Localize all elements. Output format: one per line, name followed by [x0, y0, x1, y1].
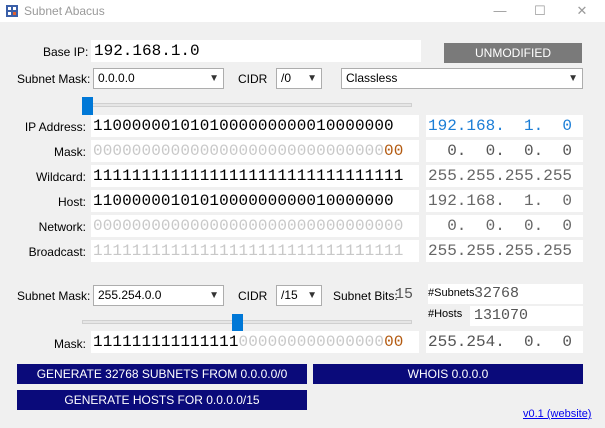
subnets-value: 32768	[474, 285, 520, 302]
subnet-slider-thumb[interactable]	[231, 314, 243, 332]
mask-slider-track[interactable]	[82, 103, 412, 107]
cidr-value-2: /15	[281, 288, 298, 302]
hosts-value: 131070	[474, 307, 529, 324]
row-binary: 1100000010101000000000010000000	[91, 115, 419, 137]
row-decimal: 255.255.255.255	[426, 240, 583, 262]
subnet-bits-label: Subnet Bits:	[333, 289, 398, 303]
row-label: Mask:	[53, 145, 86, 159]
chevron-down-icon: ▼	[307, 290, 317, 301]
cidr-select-2[interactable]: /15 ▼	[276, 285, 322, 306]
subnet-mask-value: 0.0.0.0	[98, 71, 135, 85]
row-binary: 00000000000000000000000000000000	[91, 215, 419, 237]
row-bits: 1100000010101000000000010000000	[93, 117, 394, 135]
row-binary: 11111111111111111111111111111111	[91, 165, 419, 187]
row-bits: 1100000010101000000000010000000	[93, 192, 394, 210]
subnet-mask-decimal: 255.254. 0. 0	[426, 331, 583, 353]
generate-subnets-button[interactable]: GENERATE 32768 SUBNETS FROM 0.0.0.0/0	[17, 364, 307, 384]
row-decimal: 0. 0. 0. 0	[426, 215, 583, 237]
cidr-value: /0	[281, 71, 292, 85]
maximize-button[interactable]: ☐	[530, 3, 550, 19]
row-decimal: 255.255.255.255	[426, 165, 583, 187]
hosts-label: #Hosts	[428, 308, 463, 320]
base-ip-label: Base IP:	[43, 45, 89, 59]
mask-slider-thumb[interactable]	[82, 97, 93, 115]
row-bits: 11111111111111111111111111111111	[93, 242, 404, 260]
chevron-down-icon: ▼	[307, 73, 317, 84]
subnets-label: #Subnets	[428, 287, 475, 299]
subnet-mask-bits-end: 00	[384, 333, 404, 351]
app-icon	[6, 5, 18, 17]
cidr-label-2: CIDR	[238, 289, 268, 303]
row-binary: 00000000000000000000000000000000	[91, 140, 419, 162]
subnet-slider-track[interactable]	[82, 320, 412, 324]
subnet-mask-select[interactable]: 0.0.0.0 ▼	[93, 68, 224, 89]
generate-hosts-button[interactable]: GENERATE HOSTS FOR 0.0.0.0/15	[17, 390, 307, 410]
row-bits: 11111111111111111111111111111111	[93, 167, 404, 185]
base-ip-input[interactable]: 192.168.1.0	[91, 40, 421, 62]
class-select[interactable]: Classless ▼	[341, 68, 583, 89]
row-label: Wildcard:	[35, 170, 86, 184]
row-binary: 1100000010101000000000010000000	[91, 190, 419, 212]
chevron-down-icon: ▼	[209, 73, 219, 84]
unmodified-button[interactable]: UNMODIFIED	[444, 43, 582, 63]
window-title: Subnet Abacus	[24, 4, 105, 18]
row-label: IP Address:	[24, 120, 86, 134]
row-decimal: 192.168. 1. 0	[426, 115, 583, 137]
subnet-mask-select-2[interactable]: 255.254.0.0 ▼	[93, 285, 224, 306]
cidr-label: CIDR	[238, 72, 268, 86]
minimize-button[interactable]: —	[490, 3, 510, 19]
row-label: Broadcast:	[28, 245, 86, 259]
row-bits: 000000000000000000000000000000	[93, 142, 385, 160]
class-value: Classless	[346, 71, 398, 85]
subnet-row-label: Mask:	[53, 337, 86, 351]
whois-button[interactable]: WHOIS 0.0.0.0	[313, 364, 583, 384]
subnet-bits-value: 15	[395, 286, 414, 303]
subnet-mask-value-2: 255.254.0.0	[98, 288, 162, 302]
row-label: Host:	[57, 195, 86, 209]
row-bits-tail: 00	[384, 142, 404, 160]
cidr-select[interactable]: /0 ▼	[276, 68, 322, 89]
close-button[interactable]: ✕	[572, 3, 592, 19]
row-binary: 11111111111111111111111111111111	[91, 240, 419, 262]
row-bits: 00000000000000000000000000000000	[93, 217, 404, 235]
subnet-mask-bits-on: 111111111111111	[93, 333, 239, 351]
subnet-mask-bits-off: 000000000000000	[238, 333, 385, 351]
row-decimal: 0. 0. 0. 0	[426, 140, 583, 162]
row-label: Network:	[38, 220, 86, 234]
row-decimal: 192.168. 1. 0	[426, 190, 583, 212]
chevron-down-icon: ▼	[209, 290, 219, 301]
subnet-mask-label-2: Subnet Mask:	[17, 289, 91, 303]
subnet-mask-binary: 11111111111111100000000000000000	[91, 331, 419, 353]
version-website-link[interactable]: v0.1 (website)	[523, 408, 591, 420]
chevron-down-icon: ▼	[568, 73, 578, 84]
subnet-mask-label: Subnet Mask:	[17, 72, 91, 86]
